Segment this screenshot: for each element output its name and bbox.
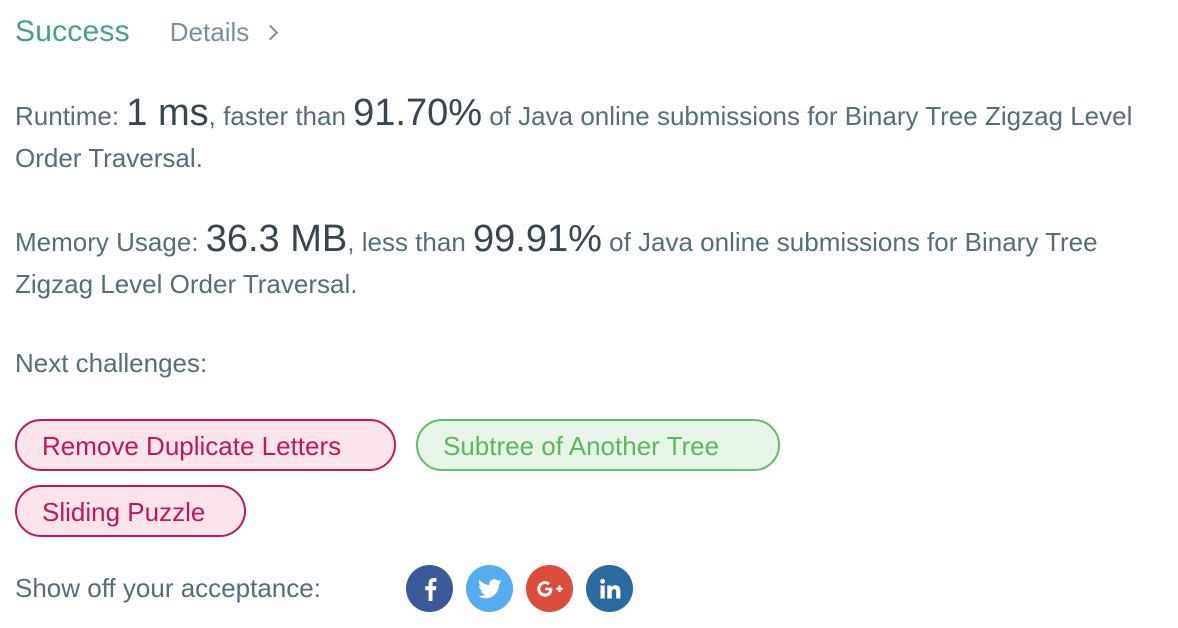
- status-title: Success: [15, 15, 130, 48]
- runtime-value: 1 ms: [126, 92, 209, 134]
- facebook-share-button[interactable]: [406, 565, 453, 612]
- share-label: Show off your acceptance:: [15, 573, 321, 603]
- facebook-icon: [424, 577, 436, 601]
- google-plus-share-button[interactable]: [526, 565, 573, 612]
- twitter-share-button[interactable]: [466, 565, 513, 612]
- next-challenges-label: Next challenges:: [15, 348, 208, 378]
- twitter-icon: [477, 578, 501, 598]
- result-header: Success Details: [15, 12, 279, 52]
- memory-value: 36.3 MB: [205, 218, 348, 260]
- runtime-label: Runtime:: [15, 101, 127, 131]
- runtime-percent: 91.70%: [353, 92, 483, 134]
- memory-stat: Memory Usage: 36.3 MB, less than 99.91% …: [15, 218, 1165, 305]
- google-plus-icon: [536, 580, 563, 597]
- chevron-right-icon: [262, 24, 279, 41]
- runtime-mid: , faster than: [208, 101, 354, 131]
- runtime-stat: Runtime: 1 ms, faster than 91.70% of Jav…: [15, 92, 1165, 179]
- challenge-chip[interactable]: Sliding Puzzle: [15, 485, 246, 537]
- linkedin-icon: [599, 578, 620, 598]
- details-label: Details: [169, 16, 250, 47]
- challenge-chip[interactable]: Subtree of Another Tree: [416, 419, 780, 471]
- memory-mid: , less than: [347, 227, 473, 257]
- memory-label: Memory Usage:: [15, 227, 206, 257]
- memory-percent: 99.91%: [473, 218, 602, 260]
- linkedin-share-button[interactable]: [586, 565, 633, 612]
- details-link[interactable]: Details: [169, 16, 279, 48]
- challenge-chip[interactable]: Remove Duplicate Letters: [15, 419, 396, 471]
